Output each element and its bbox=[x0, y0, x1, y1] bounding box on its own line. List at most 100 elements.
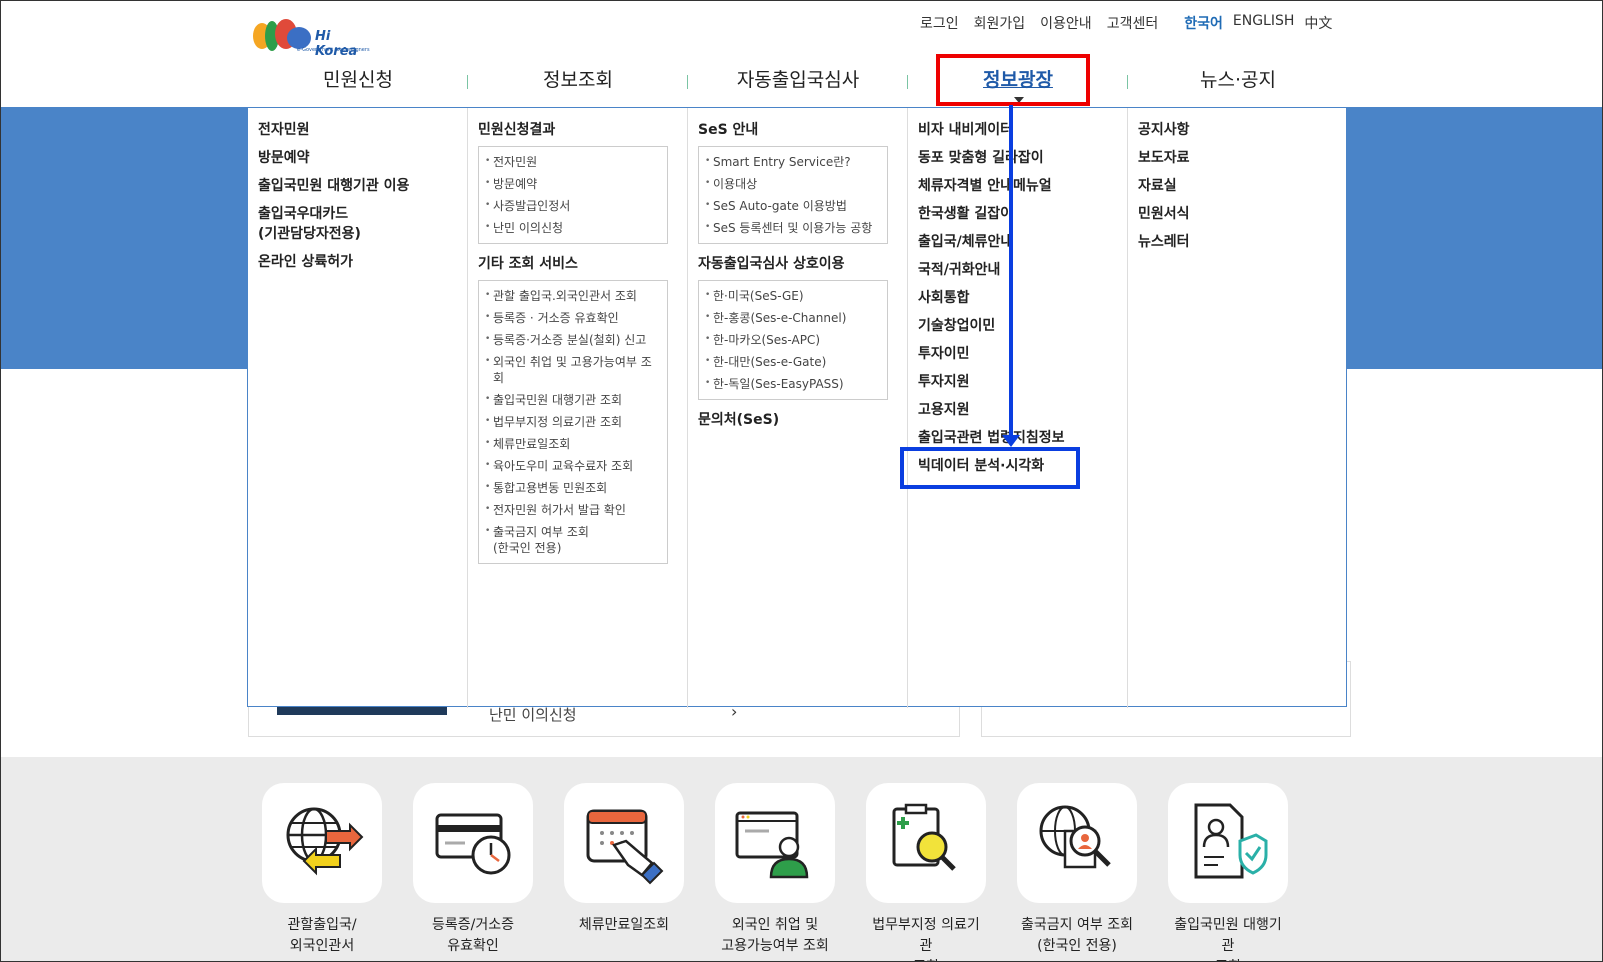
worker-screen-icon bbox=[735, 811, 809, 879]
menu-col-news: 공지사항 보도자료 자료실 민원서식 뉴스레터 bbox=[1127, 108, 1347, 708]
quick-link-label: 출입국민원 대행기관 조회 bbox=[1174, 917, 1282, 961]
logo-tagline: e-Government for Foreigners bbox=[297, 47, 370, 53]
menu-link[interactable]: 국적/귀화안내 bbox=[918, 260, 1117, 280]
menu-sublink[interactable]: 법무부지정 의료기관 조회 bbox=[485, 411, 661, 433]
menu-group-title[interactable]: 자동출입국심사 상호이용 bbox=[698, 254, 897, 274]
quick-link-exit-ban[interactable]: 출국금지 여부 조회 (한국인 전용) bbox=[1017, 783, 1137, 957]
menu-link[interactable]: 자료실 bbox=[1138, 176, 1337, 196]
menu-sublink[interactable]: 사증발급인정서 bbox=[485, 195, 661, 217]
gnb-news-notice[interactable]: 뉴스·공지 bbox=[1128, 65, 1348, 92]
menu-subbox: 관할 출입국.외국인관서 조회 등록증 · 거소증 유효확인 등록증·거소증 분… bbox=[478, 280, 668, 564]
menu-link[interactable]: 출입국우대카드 (기관담당자전용) bbox=[258, 204, 458, 244]
quick-link-icon-box bbox=[1017, 783, 1137, 903]
quick-link-icon-box bbox=[715, 783, 835, 903]
menu-subbox: 한·미국(SeS-GE) 한-홍콩(Ses-e-Channel) 한-마카오(S… bbox=[698, 280, 888, 400]
menu-sublink[interactable]: 방문예약 bbox=[485, 173, 661, 195]
menu-sublink[interactable]: 전자민원 허가서 발급 확인 bbox=[485, 499, 661, 521]
menu-sublink[interactable]: 한-홍콩(Ses-e-Channel) bbox=[705, 307, 881, 329]
lang-chinese[interactable]: 中文 bbox=[1304, 13, 1332, 33]
menu-link[interactable]: 비자 내비게이터 bbox=[918, 120, 1117, 140]
menu-col-inquiry: 민원신청결과 전자민원 방문예약 사증발급인정서 난민 이의신청 기타 조회 서… bbox=[467, 108, 687, 708]
menu-sublink[interactable]: SeS 등록센터 및 이용가능 공항 bbox=[705, 217, 881, 239]
menu-sublink[interactable]: 등록증·거소증 분실(철회) 신고 bbox=[485, 329, 661, 351]
menu-link[interactable]: 동포 맞춤형 길라잡이 bbox=[918, 148, 1117, 168]
quick-link-office[interactable]: 관할출입국/ 외국인관서 bbox=[262, 783, 382, 957]
document-shield-icon bbox=[1194, 803, 1268, 879]
menu-sublink[interactable]: 한-대만(Ses-e-Gate) bbox=[705, 351, 881, 373]
menu-sublink[interactable]: 한-마카오(Ses-APC) bbox=[705, 329, 881, 351]
menu-link[interactable]: 사회통합 bbox=[918, 288, 1117, 308]
menu-group-title[interactable]: 기타 조회 서비스 bbox=[478, 254, 677, 274]
menu-sublink[interactable]: SeS Auto-gate 이용방법 bbox=[705, 195, 881, 217]
quick-link-label: 출국금지 여부 조회 (한국인 전용) bbox=[1021, 917, 1133, 954]
menu-subbox: Smart Entry Service란? 이용대상 SeS Auto-gate… bbox=[698, 146, 888, 244]
lang-korean[interactable]: 한국어 bbox=[1184, 13, 1223, 33]
menu-sublink[interactable]: 통합고용변동 민원조회 bbox=[485, 477, 661, 499]
globe-person-search-icon bbox=[1039, 805, 1111, 869]
menu-link[interactable]: 고용지원 bbox=[918, 400, 1117, 420]
menu-link[interactable]: 투자이민 bbox=[918, 344, 1117, 364]
highlight-box-bigdata bbox=[900, 447, 1080, 489]
medical-search-icon bbox=[892, 803, 956, 871]
quick-link-icon-box bbox=[866, 783, 986, 903]
gnb-info-inquiry[interactable]: 정보조회 bbox=[468, 65, 688, 92]
menu-sublink[interactable]: Smart Entry Service란? bbox=[705, 151, 881, 173]
menu-sublink[interactable]: 육아도우미 교육수료자 조회 bbox=[485, 455, 661, 477]
card-tab-bar bbox=[277, 707, 447, 715]
quick-link-label: 법무부지정 의료기관 조회 bbox=[872, 917, 980, 961]
quick-link-medical[interactable]: 법무부지정 의료기관 조회 bbox=[866, 783, 986, 961]
menu-link[interactable]: 출입국민원 대행기관 이용 bbox=[258, 176, 458, 196]
gnb-civil-application[interactable]: 민원신청 bbox=[248, 65, 468, 92]
guide-link[interactable]: 이용안내 bbox=[1040, 13, 1092, 33]
menu-sublink[interactable]: 한-독일(Ses-EasyPASS) bbox=[705, 373, 881, 395]
quick-link-label: 체류만료일조회 bbox=[578, 917, 670, 933]
menu-subbox: 전자민원 방문예약 사증발급인정서 난민 이의신청 bbox=[478, 146, 668, 244]
menu-col-info-plaza: 비자 내비게이터 동포 맞춤형 길라잡이 체류자격별 안내메뉴얼 한국생활 길잡… bbox=[907, 108, 1127, 708]
menu-col-civil: 전자민원 방문예약 출입국민원 대행기관 이용 출입국우대카드 (기관담당자전용… bbox=[248, 108, 468, 708]
menu-link[interactable]: 보도자료 bbox=[1138, 148, 1337, 168]
login-link[interactable]: 로그인 bbox=[920, 13, 959, 33]
card-clock-icon bbox=[435, 813, 511, 875]
menu-link[interactable]: 투자지원 bbox=[918, 372, 1117, 392]
menu-link[interactable]: 전자민원 bbox=[258, 120, 458, 140]
menu-sublink[interactable]: 전자민원 bbox=[485, 151, 661, 173]
calendar-hand-icon bbox=[586, 809, 664, 885]
hikorea-logo[interactable]: Hi Korea e-Government for Foreigners bbox=[253, 17, 373, 59]
menu-sublink[interactable]: 난민 이의신청 bbox=[485, 217, 661, 239]
menu-sublink[interactable]: 체류만료일조회 bbox=[485, 433, 661, 455]
menu-link[interactable]: 방문예약 bbox=[258, 148, 458, 168]
menu-group-title[interactable]: 민원신청결과 bbox=[478, 120, 677, 140]
gnb-auto-immigration[interactable]: 자동출입국심사 bbox=[688, 65, 908, 92]
menu-sublink[interactable]: 외국인 취업 및 고용가능여부 조회 bbox=[485, 351, 661, 389]
menu-link[interactable]: 출입국/체류안내 bbox=[918, 232, 1117, 252]
globe-exchange-icon bbox=[286, 807, 364, 876]
quick-link-label: 등록증/거소증 유효확인 bbox=[432, 917, 514, 954]
menu-link[interactable]: 공지사항 bbox=[1138, 120, 1337, 140]
utility-nav: 로그인 회원가입 이용안내 고객센터 한국어 ENGLISH 中文 bbox=[920, 13, 1347, 33]
menu-sublink[interactable]: 이용대상 bbox=[705, 173, 881, 195]
customer-center-link[interactable]: 고객센터 bbox=[1107, 13, 1159, 33]
menu-group-title[interactable]: SeS 안내 bbox=[698, 120, 897, 140]
menu-link[interactable]: 체류자격별 안내메뉴얼 bbox=[918, 176, 1117, 196]
menu-link[interactable]: 온라인 상륙허가 bbox=[258, 252, 458, 272]
quick-link-expiry[interactable]: 체류만료일조회 bbox=[564, 783, 684, 936]
menu-link[interactable]: 민원서식 bbox=[1138, 204, 1337, 224]
menu-link[interactable]: 한국생활 길잡이 bbox=[918, 204, 1117, 224]
main-nav: 민원신청 정보조회 자동출입국심사 정보광장 뉴스·공지 bbox=[248, 65, 1348, 105]
menu-link[interactable]: 기술창업이민 bbox=[918, 316, 1117, 336]
signup-link[interactable]: 회원가입 bbox=[974, 13, 1026, 33]
quick-link-agency[interactable]: 출입국민원 대행기관 조회 bbox=[1168, 783, 1288, 961]
menu-sublink[interactable]: 관할 출입국.외국인관서 조회 bbox=[485, 285, 661, 307]
quick-link-icon-box bbox=[262, 783, 382, 903]
quick-link-card-check[interactable]: 등록증/거소증 유효확인 bbox=[413, 783, 533, 957]
menu-sublink[interactable]: 한·미국(SeS-GE) bbox=[705, 285, 881, 307]
menu-link[interactable]: 뉴스레터 bbox=[1138, 232, 1337, 252]
quick-link-employment[interactable]: 외국인 취업 및 고용가능여부 조회 bbox=[715, 783, 835, 957]
menu-group-title[interactable]: 문의처(SeS) bbox=[698, 410, 897, 430]
menu-sublink[interactable]: 출입국민원 대행기관 조회 bbox=[485, 389, 661, 411]
quick-link-icon-box bbox=[1168, 783, 1288, 903]
annotation-arrow-head-icon bbox=[1002, 435, 1020, 447]
menu-sublink[interactable]: 등록증 · 거소증 유효확인 bbox=[485, 307, 661, 329]
menu-sublink[interactable]: 출국금지 여부 조회 (한국인 전용) bbox=[485, 521, 661, 559]
lang-english[interactable]: ENGLISH bbox=[1233, 13, 1295, 33]
